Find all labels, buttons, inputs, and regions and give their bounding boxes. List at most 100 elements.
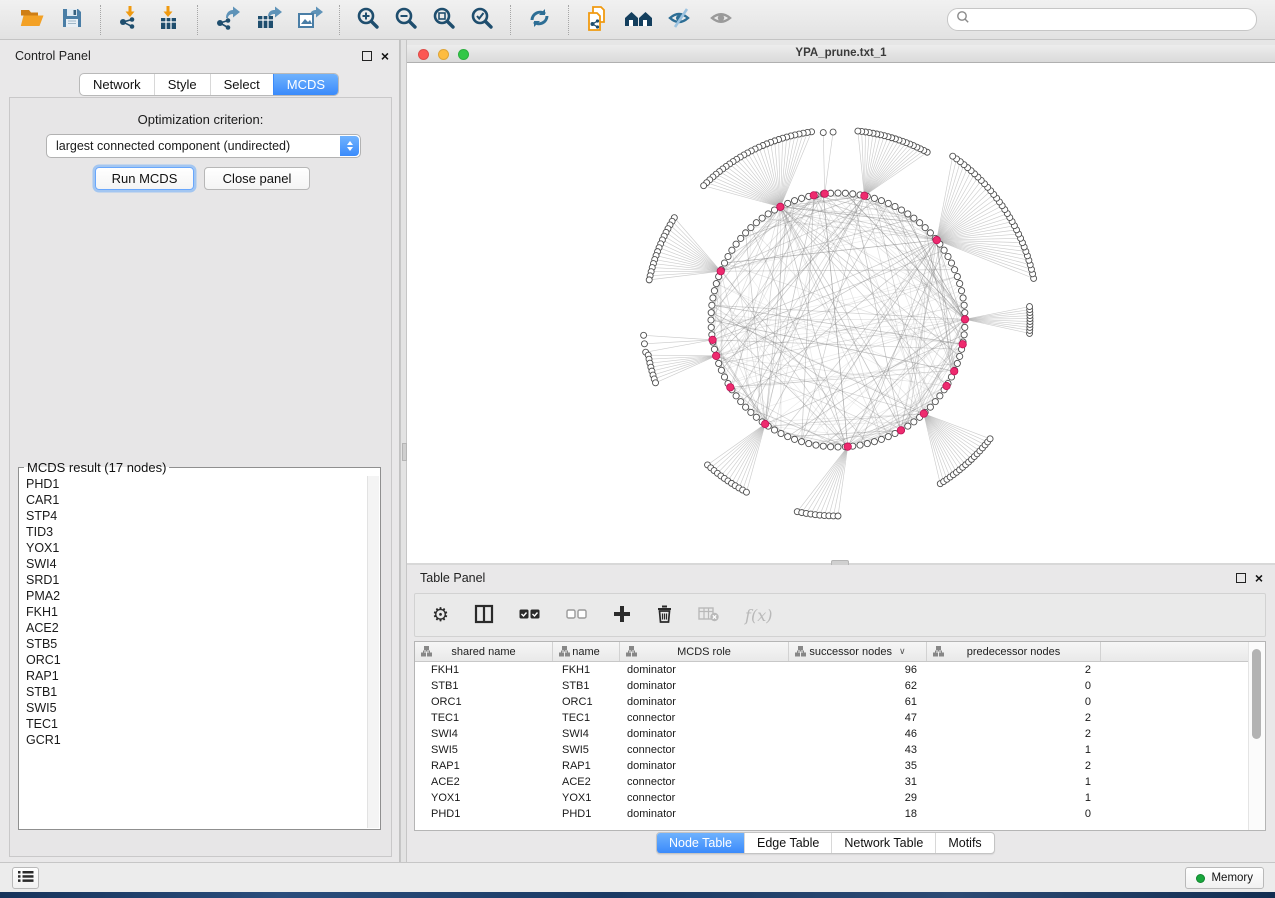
graph-node[interactable] [771,427,777,433]
graph-node[interactable] [927,404,933,410]
graph-node[interactable] [641,332,647,338]
graph-node[interactable] [905,423,911,429]
mcds-result-item[interactable]: PHD1 [26,476,367,492]
mcds-result-item[interactable]: ORC1 [26,652,367,668]
graph-node[interactable] [830,129,836,135]
graph-node[interactable] [878,436,884,442]
graph-node[interactable] [1027,304,1033,310]
graph-node[interactable] [911,215,917,221]
table-row[interactable]: ACE2ACE2connector311 [415,774,1265,790]
graph-hub-node[interactable] [761,420,768,427]
show-all-button[interactable] [701,5,742,34]
mcds-result-item[interactable]: SWI5 [26,700,367,716]
network-canvas[interactable] [407,63,1275,563]
graph-node[interactable] [945,253,951,259]
mcds-list-scrollbar[interactable] [367,476,379,828]
graph-node[interactable] [806,440,812,446]
table-row[interactable]: RAP1RAP1dominator352 [415,758,1265,774]
graph-node[interactable] [842,190,848,196]
maximize-traffic-light[interactable] [458,49,469,60]
tab-network-table[interactable]: Network Table [831,833,935,853]
graph-node[interactable] [932,399,938,405]
zoom-fit-button[interactable] [425,5,463,34]
graph-node[interactable] [911,419,917,425]
graph-node[interactable] [748,409,754,415]
graph-node[interactable] [941,247,947,253]
graph-node[interactable] [871,439,877,445]
graph-node[interactable] [950,153,956,159]
table-row[interactable]: TEC1TEC1connector472 [415,710,1265,726]
graph-node[interactable] [958,288,964,294]
network-overview-button[interactable] [617,5,660,34]
graph-node[interactable] [713,280,719,286]
graph-node[interactable] [835,190,841,196]
graph-node[interactable] [646,277,652,283]
zoom-out-button[interactable] [387,5,425,34]
criterion-select[interactable]: largest connected component (undirected) [46,134,361,158]
graph-node[interactable] [961,302,967,308]
graph-node[interactable] [753,414,759,420]
mcds-result-item[interactable]: STB5 [26,636,367,652]
select-all-columns-button[interactable] [519,608,541,623]
graph-node[interactable] [743,230,749,236]
graph-node[interactable] [725,253,731,259]
graph-node[interactable] [927,230,933,236]
graph-hub-node[interactable] [717,267,724,274]
graph-node[interactable] [653,380,659,386]
graph-hub-node[interactable] [821,190,828,197]
tab-motifs[interactable]: Motifs [935,833,993,853]
graph-node[interactable] [954,273,960,279]
float-window-icon[interactable] [1236,573,1246,583]
tab-select[interactable]: Select [210,74,273,95]
graph-node[interactable] [733,241,739,247]
graph-node[interactable] [835,444,841,450]
graph-node[interactable] [641,341,647,347]
export-table-button[interactable] [248,4,289,35]
mcds-result-item[interactable]: CAR1 [26,492,367,508]
graph-node[interactable] [905,211,911,217]
table-settings-button[interactable]: ⚙ [432,606,449,625]
graph-node[interactable] [878,198,884,204]
graph-hub-node[interactable] [959,341,966,348]
search-input[interactable] [970,12,1248,28]
tab-node-table[interactable]: Node Table [657,833,744,853]
export-network-button[interactable] [207,4,248,35]
graph-node[interactable] [871,195,877,201]
graph-node[interactable] [738,235,744,241]
graph-node[interactable] [708,310,714,316]
table-row[interactable]: STB1STB1dominator620 [415,678,1265,694]
graph-node[interactable] [733,393,739,399]
mcds-result-item[interactable]: ACE2 [26,620,367,636]
graph-hub-node[interactable] [933,236,940,243]
graph-node[interactable] [835,513,841,519]
search-field[interactable] [947,8,1257,31]
first-neighbors-button[interactable] [578,4,617,36]
import-table-button[interactable] [149,4,188,35]
graph-node[interactable] [759,215,765,221]
graph-node[interactable] [791,198,797,204]
graph-node[interactable] [743,404,749,410]
graph-node[interactable] [855,128,861,134]
graph-node[interactable] [716,360,722,366]
mcds-result-item[interactable]: SRD1 [26,572,367,588]
graph-node[interactable] [960,295,966,301]
table-scrollbar[interactable] [1248,642,1265,830]
open-session-button[interactable] [12,5,53,34]
graph-node[interactable] [709,302,715,308]
mcds-result-item[interactable]: STB1 [26,684,367,700]
graph-hub-node[interactable] [727,384,734,391]
graph-hub-node[interactable] [961,316,968,323]
close-panel-button[interactable]: Close panel [204,167,310,190]
column-header-shared-name[interactable]: shared name [415,642,553,661]
graph-hub-node[interactable] [943,382,950,389]
graph-node[interactable] [957,280,963,286]
close-panel-icon[interactable]: × [381,51,389,61]
graph-node[interactable] [828,444,834,450]
import-network-button[interactable] [110,4,149,35]
graph-node[interactable] [743,489,749,495]
scrollbar-thumb[interactable] [1252,649,1261,739]
create-column-button[interactable] [613,605,631,626]
mcds-result-item[interactable]: STP4 [26,508,367,524]
graph-node[interactable] [708,324,714,330]
delete-column-button[interactable] [656,604,673,626]
